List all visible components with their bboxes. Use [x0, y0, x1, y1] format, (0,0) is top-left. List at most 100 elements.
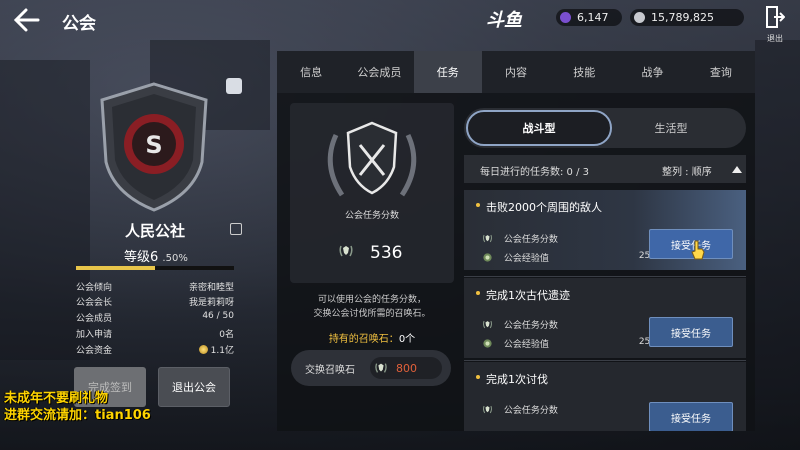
leave-guild-button[interactable]: 退出公会	[158, 367, 230, 407]
exit-door-icon	[766, 6, 786, 28]
reward-label: 公会任务分数	[503, 406, 558, 416]
exchange-cost: 800	[370, 357, 442, 379]
reward-label: 公会任务分数	[503, 235, 558, 245]
reward-row: 公会经验值 250	[482, 251, 656, 264]
guild-exp-icon	[483, 253, 492, 262]
tab-skills[interactable]: 技能	[550, 51, 618, 93]
sort-dropdown[interactable]: 整列 : 顺序	[662, 163, 712, 178]
share-icon[interactable]	[230, 223, 242, 235]
reward-row: 公会任务分数 2	[482, 403, 656, 416]
guild-book-icon[interactable]	[226, 78, 242, 94]
task-score-icon	[339, 245, 353, 257]
svg-text:斗鱼: 斗鱼	[486, 10, 523, 30]
info-key: 加入申请	[76, 330, 113, 340]
info-row-members: 公会成员 46 / 50	[76, 311, 234, 325]
combat-type-tab[interactable]: 战斗型	[466, 110, 612, 146]
tab-bar: 信息 公会成员 任务 内容 技能 战争 查询	[277, 51, 755, 93]
exchange-summon-stone-button[interactable]: 交换召唤石 800	[291, 350, 451, 386]
hand-pointer-icon	[691, 240, 705, 260]
exchange-label: 交换召唤石	[305, 364, 355, 376]
divider	[464, 276, 746, 277]
task-score-value: 536	[370, 243, 403, 263]
tab-war[interactable]: 战争	[618, 51, 686, 93]
purple-gem-icon	[560, 12, 571, 23]
task-score-icon	[482, 405, 493, 414]
arrow-left-icon	[13, 8, 40, 32]
gem-counter: 6,147	[556, 9, 622, 26]
score-description-line-2: 交换公会讨伐所需的召唤石。	[313, 309, 431, 319]
quest-item: 完成1次古代遗迹 公会任务分数 2 公会经验值 250 接受任务	[464, 278, 746, 358]
task-type-toggle: 生活型 战斗型	[464, 108, 746, 148]
quest-bullet-icon	[476, 291, 480, 295]
info-key: 公会倾向	[76, 283, 113, 293]
tab-members[interactable]: 公会成员	[345, 51, 413, 93]
info-value: 0名	[219, 330, 234, 340]
silver-counter: 15,789,825	[630, 9, 744, 26]
quest-title: 完成1次讨伐	[486, 373, 548, 386]
guild-exp-icon	[483, 339, 492, 348]
quest-bullet-icon	[476, 375, 480, 379]
exit-button[interactable]: 退出	[762, 6, 788, 43]
guild-emblem-icon: S	[100, 82, 208, 212]
xp-progress-bar	[76, 266, 234, 270]
info-row-tendency: 公会倾向 亲密和睦型	[76, 280, 234, 294]
accept-quest-button[interactable]: 接受任务	[649, 317, 733, 347]
daily-quest-progress: 每日进行的任务数: 0 / 3	[480, 167, 589, 178]
info-key: 公会成员	[76, 314, 113, 324]
info-key: 公会会长	[76, 298, 113, 308]
exit-label: 退出	[767, 34, 783, 43]
top-bar: 公会 斗鱼 6,147 15,789,825 退出	[0, 0, 800, 43]
reward-row: 公会任务分数 2	[482, 232, 656, 245]
xp-progress-fill	[76, 266, 155, 270]
quest-item: 完成1次讨伐 公会任务分数 2 接受任务	[464, 362, 746, 431]
guild-name: 人民公社	[124, 222, 185, 240]
task-score-icon	[375, 363, 387, 373]
gem-value: 6,147	[577, 11, 609, 24]
gold-coin-icon	[198, 345, 208, 354]
exchange-cost-value: 800	[396, 361, 417, 375]
page-title: 公会	[62, 14, 96, 34]
info-row-applications: 加入申请 0名	[76, 327, 234, 341]
info-value-funds: 1.1亿	[198, 343, 234, 356]
tab-search[interactable]: 查询	[687, 51, 755, 93]
svg-text:S: S	[145, 131, 162, 159]
info-value: 亲密和睦型	[188, 283, 234, 293]
sort-arrow-up-icon[interactable]	[732, 166, 742, 173]
summon-stone-value: 0个	[398, 334, 416, 345]
quest-title: 完成1次古代遗迹	[486, 289, 570, 302]
reward-label: 公会经验值	[503, 340, 549, 350]
tab-tasks[interactable]: 任务	[413, 51, 482, 93]
castle-tower	[755, 40, 800, 400]
tab-info[interactable]: 信息	[277, 51, 345, 93]
tab-content[interactable]: 内容	[482, 51, 550, 93]
accept-quest-button[interactable]: 接受任务	[649, 402, 733, 431]
funds-value: 1.1亿	[210, 346, 234, 356]
summon-stone-count: 持有的召唤石：0个	[290, 330, 454, 345]
info-key: 公会资金	[76, 346, 113, 356]
watermark-line-2: 进群交流请加：tian106	[4, 408, 151, 423]
score-description-line-1: 可以使用公会的任务分数，	[317, 295, 426, 305]
quest-bullet-icon	[476, 203, 480, 207]
guild-level: 等级6 .50%	[124, 246, 188, 265]
crossed-swords-shield-icon	[327, 121, 417, 197]
info-row-leader: 公会会长 我是莉莉呀	[76, 295, 234, 309]
quest-title: 击败2000个周围的敌人	[486, 201, 602, 214]
silver-value: 15,789,825	[651, 11, 714, 24]
reward-row: 公会经验值 250	[482, 337, 656, 350]
douyu-logo: 斗鱼	[486, 10, 523, 30]
info-row-funds: 公会资金 1.1亿	[76, 343, 234, 357]
task-score-label: 公会任务分数	[344, 211, 399, 221]
level-percent: .50%	[162, 253, 188, 264]
task-score-icon	[482, 234, 493, 243]
level-label: 等级6	[124, 250, 159, 265]
summon-stone-label: 持有的召唤石：	[328, 334, 399, 345]
reward-row: 公会任务分数 2	[482, 318, 656, 331]
task-score-icon	[482, 320, 493, 329]
reward-label: 公会任务分数	[503, 321, 558, 331]
info-value: 我是莉莉呀	[188, 298, 234, 308]
back-button[interactable]	[12, 8, 42, 32]
reward-label: 公会经验值	[503, 254, 549, 264]
divider	[464, 360, 746, 361]
quest-list-header: 每日进行的任务数: 0 / 3 整列 : 顺序	[464, 155, 746, 183]
life-type-tab[interactable]: 生活型	[598, 110, 744, 146]
